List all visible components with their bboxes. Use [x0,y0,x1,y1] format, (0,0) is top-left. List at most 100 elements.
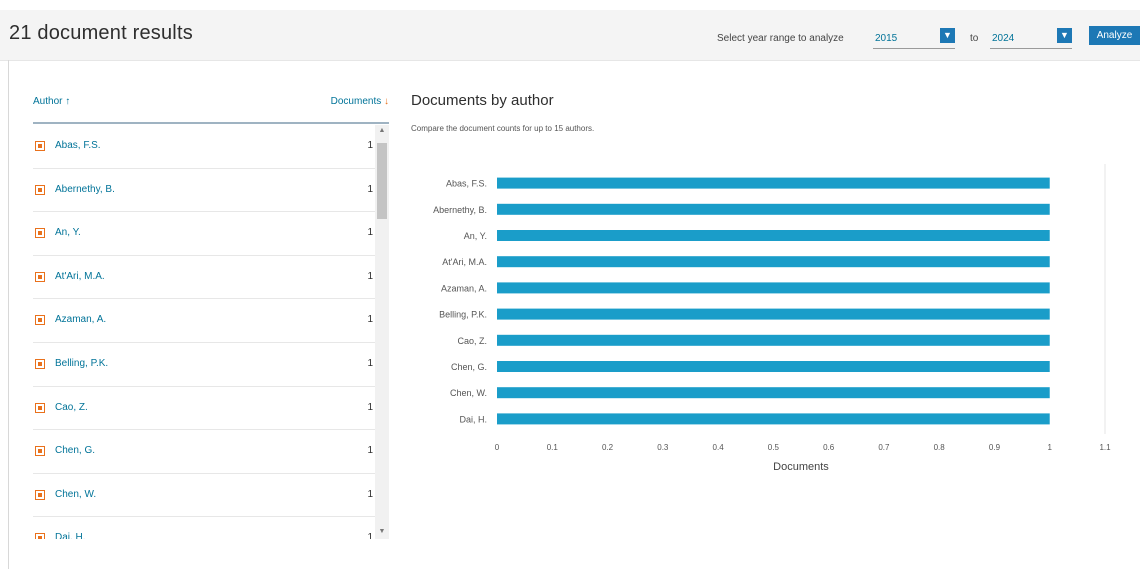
author-document-count: 1 [367,270,373,282]
author-row[interactable]: Azaman, A. 1 [33,299,375,343]
author-document-count: 1 [367,488,373,500]
year-to-label: to [970,33,979,44]
author-sort-header[interactable]: Author ↑ [33,96,70,107]
author-checkbox[interactable] [35,315,45,326]
author-row[interactable]: At'Ari, M.A. 1 [33,256,375,300]
author-row[interactable]: Abas, F.S. 1 [33,125,375,169]
y-tick-label: Abernethy, B. [433,205,487,215]
x-axis-label: Documents [773,461,829,473]
bar [497,413,1050,425]
author-name-link[interactable]: Dai, H. [55,532,86,539]
scrollbar-thumb[interactable] [377,143,387,219]
x-tick-label: 0.1 [547,443,559,452]
author-name-link[interactable]: An, Y. [55,227,81,238]
page-divider [8,60,9,569]
x-tick-label: 0.4 [713,443,725,452]
author-document-count: 1 [367,357,373,369]
documents-header-label: Documents [330,96,382,107]
bar [497,177,1050,189]
y-tick-label: Azaman, A. [441,283,487,293]
author-list-header: Author ↑ Documents ↓ [33,94,389,124]
author-list[interactable]: Abas, F.S. 1 Abernethy, B. 1 An, Y. 1 At'Ari, … [33,125,375,539]
author-document-count: 1 [367,227,373,239]
author-checkbox[interactable] [35,271,45,282]
author-checkbox[interactable] [35,358,45,369]
y-tick-label: Chen, W. [450,388,487,398]
author-checkbox[interactable] [35,141,45,151]
documents-sort-header[interactable]: Documents ↓ [331,96,389,107]
x-tick-label: 0 [495,443,500,452]
author-checkbox[interactable] [35,533,45,539]
x-tick-label: 0.6 [823,443,835,452]
author-name-link[interactable]: Chen, W. [55,489,96,500]
bar [497,203,1050,215]
author-document-count: 1 [367,183,373,195]
author-row[interactable]: Cao, Z. 1 [33,387,375,431]
x-tick-label: 0.7 [878,443,890,452]
x-tick-label: 0.5 [768,443,780,452]
author-name-link[interactable]: Abernethy, B. [55,184,115,195]
author-document-count: 1 [367,445,373,457]
x-tick-label: 0.2 [602,443,614,452]
author-document-count: 1 [367,140,373,151]
bar [497,282,1050,294]
year-from-value: 2015 [875,33,898,44]
chevron-down-icon[interactable]: ▼ [1057,28,1072,43]
scroll-down-icon[interactable]: ▼ [375,528,389,535]
x-tick-label: 1.1 [1099,443,1111,452]
results-header: 21 document results Select year range to… [0,10,1140,61]
author-name-link[interactable]: Abas, F.S. [55,140,101,151]
author-row[interactable]: Chen, W. 1 [33,474,375,518]
chevron-down-icon[interactable]: ▼ [940,28,955,43]
author-row[interactable]: Dai, H. 1 [33,517,375,539]
author-name-link[interactable]: Azaman, A. [55,314,106,325]
x-tick-label: 0.9 [989,443,1001,452]
author-checkbox[interactable] [35,228,45,239]
bar [497,308,1050,320]
sort-up-arrow-icon: ↑ [65,96,71,107]
author-checkbox[interactable] [35,446,45,457]
year-range-label: Select year range to analyze [717,33,844,44]
author-row[interactable]: Abernethy, B. 1 [33,169,375,213]
chart-subtitle: Compare the document counts for up to 15… [411,124,595,133]
year-to-value: 2024 [992,33,1015,44]
y-tick-label: Chen, G. [451,362,487,372]
author-name-link[interactable]: Cao, Z. [55,402,88,413]
author-row[interactable]: Chen, G. 1 [33,430,375,474]
author-name-link[interactable]: At'Ari, M.A. [55,271,105,282]
y-tick-label: Belling, P.K. [439,310,487,320]
x-tick-label: 0.3 [657,443,669,452]
author-checkbox[interactable] [35,489,45,500]
author-header-label: Author [33,96,63,107]
y-tick-label: Dai, H. [459,414,487,424]
author-document-count: 1 [367,401,373,413]
author-list-scrollbar[interactable]: ▲ ▼ [375,125,389,539]
y-tick-label: Abas, F.S. [446,179,487,189]
author-document-count: 1 [367,532,373,539]
x-tick-label: 1 [1048,443,1053,452]
analyze-button[interactable]: Analyze [1089,26,1140,45]
sort-down-arrow-icon: ↓ [384,96,389,107]
chart-title: Documents by author [411,92,554,109]
bar [497,334,1050,346]
author-checkbox[interactable] [35,184,45,195]
y-tick-label: At'Ari, M.A. [442,257,487,267]
bar [497,230,1050,241]
year-from-select[interactable]: 2015 ▼ [873,28,955,49]
author-name-link[interactable]: Belling, P.K. [55,358,108,369]
y-tick-label: Cao, Z. [457,336,487,346]
bar [497,256,1050,268]
y-tick-label: An, Y. [464,231,487,241]
documents-by-author-chart: Abas, F.S. Abernethy, B. An, Y. At'Ari, M.A… [433,164,1111,473]
author-row[interactable]: Belling, P.K. 1 [33,343,375,387]
x-tick-label: 0.8 [934,443,946,452]
author-document-count: 1 [367,314,373,326]
scroll-up-icon[interactable]: ▲ [375,127,389,134]
results-title: 21 document results [9,22,193,44]
bar [497,361,1050,372]
author-name-link[interactable]: Chen, G. [55,445,95,456]
year-to-select[interactable]: 2024 ▼ [990,28,1072,49]
bar [497,387,1050,399]
author-row[interactable]: An, Y. 1 [33,212,375,256]
author-checkbox[interactable] [35,402,45,413]
